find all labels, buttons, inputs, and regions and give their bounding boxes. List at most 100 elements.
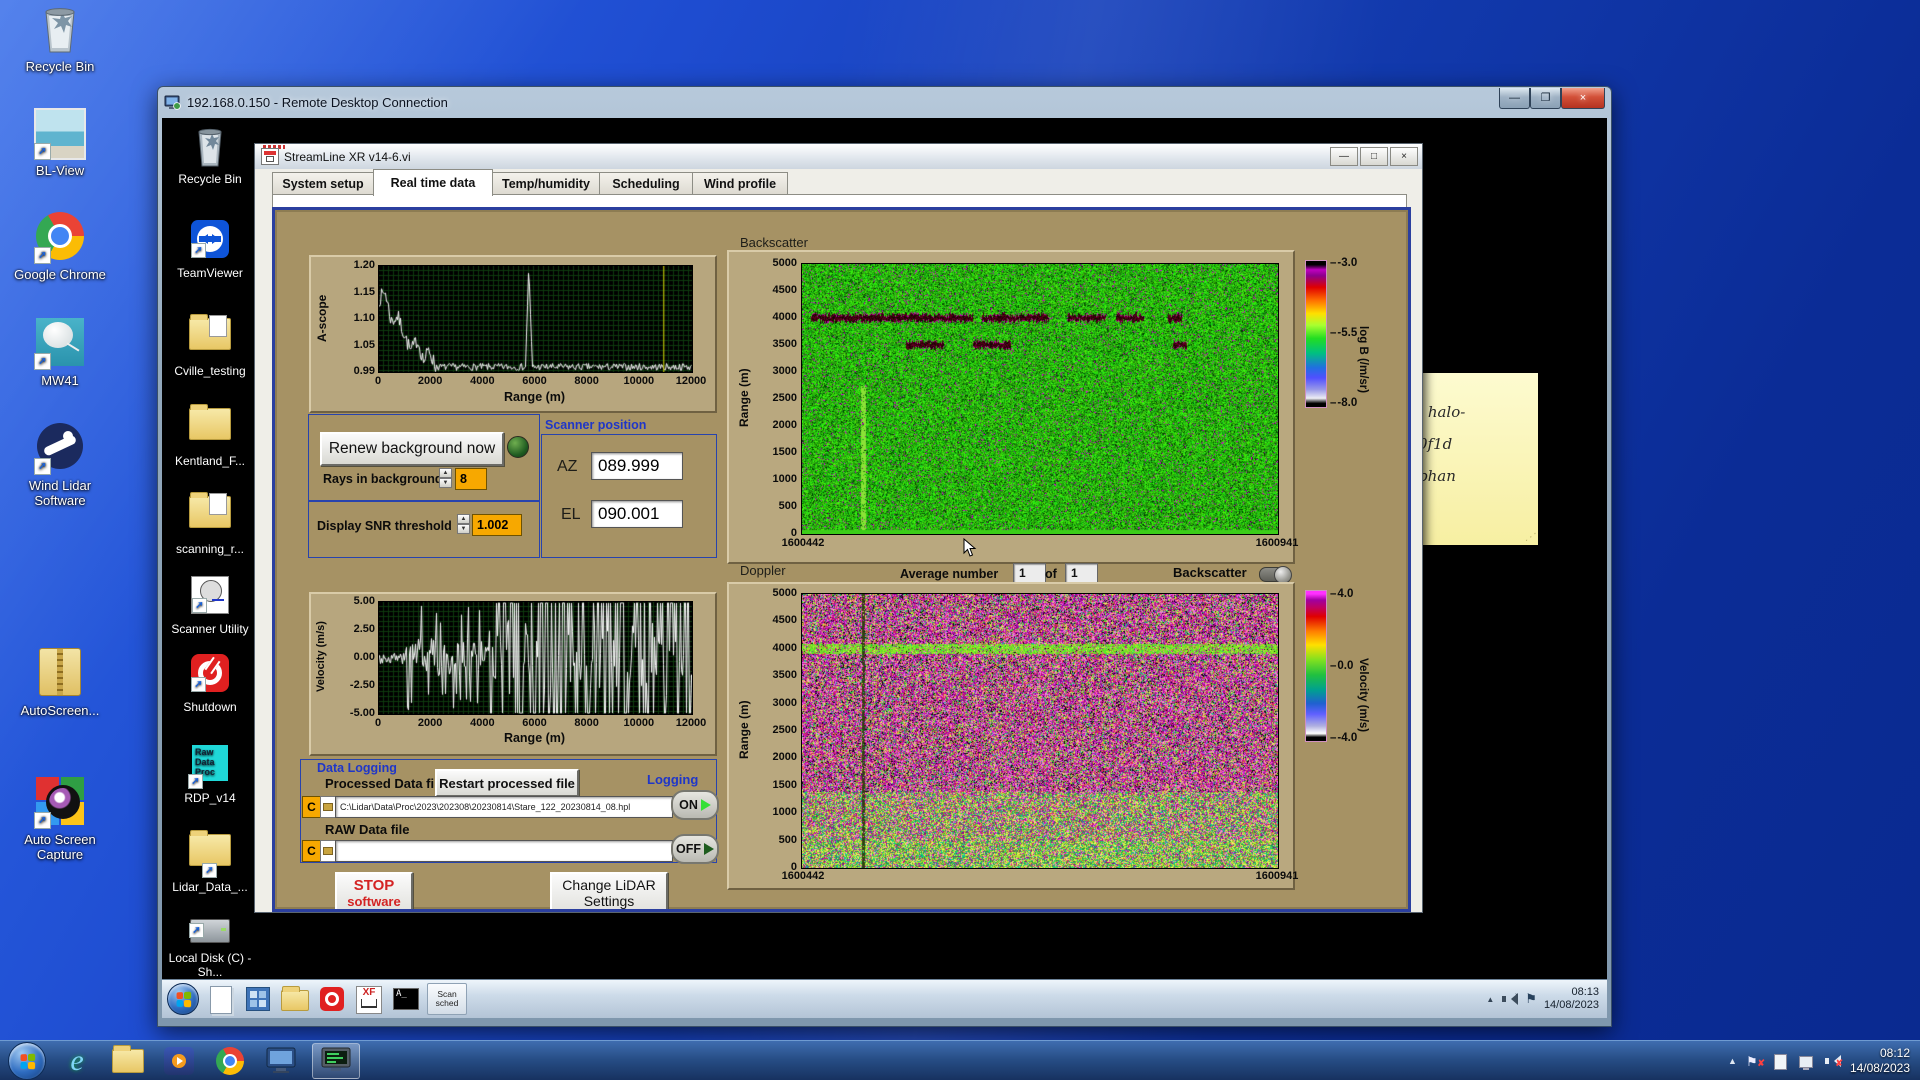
- rdp-icon-lidar-data[interactable]: ➚ Lidar_Data_...: [168, 826, 252, 894]
- rdp-icon-teamviewer[interactable]: ➚ TeamViewer: [168, 218, 252, 280]
- remote-taskbar: XF A_ Scan sched ▲ ) ⚑ 08:13 14/08/2023: [162, 979, 1607, 1018]
- labview-scales-icon[interactable]: XF: [354, 984, 384, 1014]
- axis-tick-label: 4000: [772, 641, 797, 654]
- raw-drive-letter[interactable]: C: [302, 840, 321, 862]
- of-label: of: [1045, 567, 1057, 581]
- az-value-field[interactable]: 089.999: [591, 452, 683, 480]
- remote-clock[interactable]: 08:13 14/08/2023: [1544, 986, 1599, 1012]
- stop-software-button[interactable]: STOP software: [335, 872, 413, 909]
- clipboard-tray-icon[interactable]: [1772, 1053, 1789, 1070]
- backscatter-heatmap[interactable]: [801, 263, 1279, 535]
- tab-system-setup[interactable]: System setup: [272, 172, 374, 195]
- desktop-icon-recycle-bin[interactable]: Recycle Bin: [12, 4, 108, 74]
- rays-value-field[interactable]: 8: [455, 468, 487, 490]
- active-remote-session-icon[interactable]: [312, 1043, 360, 1079]
- raw-path-field[interactable]: [335, 840, 673, 862]
- backscatter-doppler-toggle[interactable]: [1259, 566, 1292, 584]
- rdp-icon-recycle-bin[interactable]: Recycle Bin: [168, 126, 252, 186]
- axis-tick-label: 500: [778, 833, 797, 846]
- tab-scheduling[interactable]: Scheduling: [599, 172, 693, 195]
- desktop-icon-google-chrome[interactable]: ➚ Google Chrome: [12, 210, 108, 282]
- desktop-icon-bl-view[interactable]: ➚ BL-View: [12, 106, 108, 178]
- desktop-icon-mw41[interactable]: ➚ MW41: [12, 316, 108, 388]
- rdp-title-bar[interactable]: 192.168.0.150 - Remote Desktop Connectio…: [158, 87, 1611, 118]
- rdp-icon-kentland[interactable]: Kentland_F...: [168, 400, 252, 468]
- control-panel-icon[interactable]: [243, 984, 273, 1014]
- processed-path-field[interactable]: C:\Lidar\Data\Proc\2023\202308\20230814\…: [335, 796, 673, 818]
- el-value-field[interactable]: 090.001: [591, 500, 683, 528]
- windows-explorer-icon[interactable]: [108, 1044, 148, 1078]
- volume-icon[interactable]: ): [1501, 991, 1519, 1007]
- rdp-icon-local-disk[interactable]: ➚ Local Disk (C) - Sh...: [168, 915, 252, 979]
- sticky-note[interactable]: : halo- 0f1d phan ⋰: [1420, 373, 1538, 545]
- rdp-icon-shutdown[interactable]: ➚ Shutdown: [168, 652, 252, 714]
- processed-logging-on-toggle[interactable]: ON: [671, 790, 719, 820]
- stop-button-line2: software: [347, 894, 401, 909]
- network-flag-icon[interactable]: ⚑: [1525, 991, 1537, 1007]
- doppler-heatmap[interactable]: [801, 593, 1279, 869]
- rdp-minimize-button[interactable]: —: [1499, 87, 1530, 109]
- processed-drive-letter[interactable]: C: [302, 796, 321, 818]
- host-clock[interactable]: 08:12 14/08/2023: [1850, 1046, 1920, 1076]
- app-minimize-button[interactable]: —: [1330, 147, 1358, 166]
- media-player-icon[interactable]: [159, 1044, 199, 1078]
- velocity-plot[interactable]: [378, 601, 693, 715]
- average-number-field[interactable]: 1: [1013, 563, 1046, 583]
- desktop-icon-autoscreen-zip[interactable]: AutoScreen...: [12, 646, 108, 718]
- remote-start-button[interactable]: [167, 983, 199, 1015]
- tray-expand-icon[interactable]: ▲: [1728, 1056, 1737, 1066]
- average-total-field[interactable]: 1: [1065, 563, 1098, 583]
- doppler-colorbar: [1305, 590, 1327, 742]
- scan-sched-taskbar-button[interactable]: Scan sched: [427, 983, 467, 1015]
- snr-spinner[interactable]: ▲ ▼: [457, 514, 470, 534]
- terminal-icon[interactable]: A_: [391, 984, 421, 1014]
- axis-tick-label: 0: [374, 375, 382, 387]
- desktop-icon-label: scanning_r...: [175, 542, 245, 556]
- host-start-button[interactable]: [8, 1042, 46, 1080]
- processed-data-file-label: Processed Data file: [325, 776, 445, 791]
- desktop-icon-wind-lidar[interactable]: ➚ Wind Lidar Software: [12, 420, 108, 508]
- rdp-icon-cville-testing[interactable]: Cville_testing: [168, 310, 252, 378]
- ascope-plot[interactable]: [378, 265, 693, 373]
- ascope-x-axis-label: Range (m): [503, 390, 566, 404]
- app-maximize-button[interactable]: □: [1360, 147, 1388, 166]
- rdp-client-icon[interactable]: [261, 1044, 301, 1078]
- note-resize-grip[interactable]: ⋰: [1525, 532, 1535, 543]
- network-tray-icon[interactable]: [1798, 1053, 1815, 1070]
- background-led-indicator[interactable]: [507, 436, 529, 458]
- restart-processed-file-button[interactable]: Restart processed file: [435, 769, 579, 797]
- app-title-bar[interactable]: StreamLine XR v14-6.vi — □ ×: [255, 144, 1422, 170]
- internet-explorer-icon[interactable]: e: [57, 1044, 97, 1078]
- shutdown-quicklaunch-icon[interactable]: [317, 984, 347, 1014]
- tray-expand-icon[interactable]: ▲: [1486, 995, 1494, 1004]
- processed-browse-icon[interactable]: [320, 796, 336, 818]
- raw-browse-icon[interactable]: [320, 840, 336, 862]
- rdp-icon-scanning[interactable]: scanning_r...: [168, 488, 252, 556]
- desktop-icon-label: RDP_v14: [184, 791, 236, 805]
- chrome-taskbar-icon[interactable]: [210, 1044, 250, 1078]
- snr-value-field[interactable]: 1.002: [472, 514, 522, 536]
- change-lidar-settings-button[interactable]: Change LiDAR Settings: [550, 872, 668, 909]
- axis-tick-label: 1500: [772, 778, 797, 791]
- rdp-icon-rdp-v14[interactable]: Raw Data Proc ➚ RDP_v14: [168, 742, 252, 805]
- action-center-flag-icon[interactable]: ⚑ ✘: [1746, 1053, 1765, 1069]
- rdp-maximize-button[interactable]: ❐: [1530, 87, 1561, 109]
- renew-background-button[interactable]: Renew background now: [320, 432, 504, 466]
- notepad-icon[interactable]: [206, 984, 236, 1014]
- display-snr-threshold-label: Display SNR threshold: [317, 519, 452, 533]
- axis-tick-label: 1500: [772, 446, 797, 458]
- axis-tick-label: 2500: [772, 724, 797, 736]
- shared-folder-icon[interactable]: [280, 984, 310, 1014]
- rdp-icon-scanner-utility[interactable]: ➚ Scanner Utility: [168, 572, 252, 636]
- raw-logging-off-toggle[interactable]: OFF: [671, 834, 719, 864]
- axis-tick-label: 500: [778, 500, 797, 512]
- tab-wind-profile[interactable]: Wind profile: [692, 172, 788, 195]
- rdp-close-button[interactable]: ×: [1561, 87, 1605, 109]
- rays-spinner[interactable]: ▲ ▼: [439, 468, 452, 488]
- tab-real-time-data[interactable]: Real time data: [373, 169, 493, 196]
- desktop-icon-auto-screen-capture[interactable]: ➚ Auto Screen Capture: [12, 775, 108, 862]
- tab-temp-humidity[interactable]: Temp/humidity: [492, 172, 600, 195]
- app-close-button[interactable]: ×: [1390, 147, 1418, 166]
- host-clock-time: 08:12: [1879, 1046, 1910, 1060]
- volume-muted-icon[interactable]: ✘: [1824, 1053, 1843, 1069]
